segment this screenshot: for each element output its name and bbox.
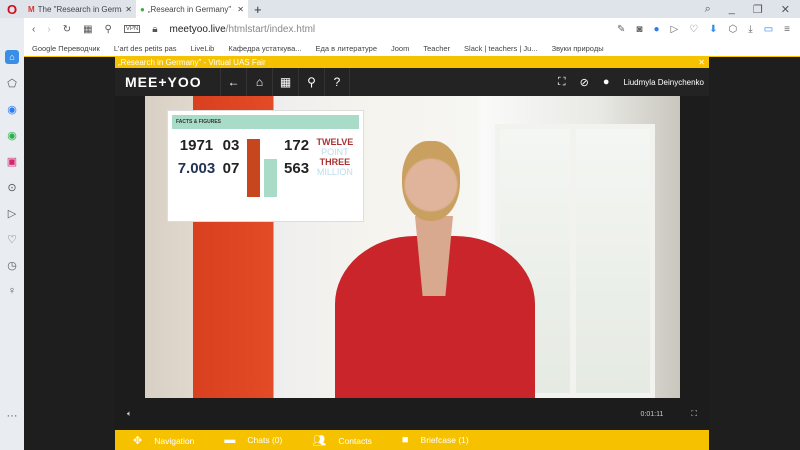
shield-icon[interactable]: ● — [653, 24, 659, 35]
tab-bar: O MThe "Research in Germany"✕ ●„Research… — [0, 0, 800, 18]
chats-button[interactable]: ▬ Chats (0) — [224, 434, 282, 446]
event-banner: „Research in Germany" - Virtual UAS Fair… — [115, 57, 709, 68]
address-bar: ‹ › ↻ ▦ ⚲ VPN 🔒︎ meetyoo.live/htmlstart/… — [24, 18, 800, 40]
lightbulb-icon[interactable]: ♀ — [8, 285, 16, 297]
messenger-icon[interactable]: ◉ — [7, 103, 17, 116]
minimize-button[interactable]: _ — [729, 3, 735, 16]
close-banner-icon[interactable]: ✕ — [698, 58, 709, 67]
briefcase-button[interactable]: ■ Briefcase (1) — [402, 434, 469, 446]
opera-sidebar: ⌂ ⬠ ◉ ◉ ▣ ⊙ ▷ ♡ ◷ ♀ ··· — [0, 18, 24, 450]
heart-icon[interactable]: ♡ — [689, 24, 698, 35]
home-icon[interactable]: ⌂ — [246, 68, 272, 96]
bookmarks-bar: Google Переводчик L'art des petits pas L… — [24, 40, 800, 57]
back-arrow-icon[interactable]: ← — [220, 68, 246, 96]
bookmark-item[interactable]: Звуки природы — [552, 44, 604, 53]
vpn-badge[interactable]: VPN — [123, 25, 141, 33]
speed-dial-icon[interactable]: ▦ — [83, 24, 92, 35]
bookmark-item[interactable]: Кафедра устаткува... — [228, 44, 301, 53]
gmail-icon: M — [28, 4, 35, 14]
flow-icon[interactable]: ▷ — [670, 24, 678, 35]
reload-icon[interactable]: ↻ — [63, 24, 71, 35]
bookmark-item[interactable]: LiveLib — [191, 44, 215, 53]
navigation-button[interactable]: ✥ Navigation — [133, 434, 194, 447]
whatsapp-icon[interactable]: ◉ — [7, 129, 17, 142]
search-icon[interactable]: ⚲ — [298, 68, 324, 96]
brand-logo[interactable]: MEE+YOO — [115, 74, 220, 90]
playback-time: 0:01:11 — [640, 410, 664, 418]
lock-icon: 🔒︎ — [152, 23, 158, 35]
forward-icon[interactable]: › — [47, 24, 50, 35]
cube-icon[interactable]: ⬠ — [7, 77, 17, 90]
bookmark-item[interactable]: L'art des petits pas — [114, 44, 177, 53]
video-player[interactable]: FACTS & FIGURES 1971 7.003 03 07 172 563 TW… — [145, 96, 680, 398]
camera-icon[interactable]: ◙ — [636, 24, 642, 35]
speaker — [335, 141, 535, 398]
help-icon[interactable]: ? — [324, 68, 350, 96]
downloads-icon[interactable]: ⤓ — [748, 24, 752, 35]
exit-fullscreen-icon[interactable]: ⛶ — [691, 409, 697, 419]
settings-icon[interactable]: ≡ — [784, 24, 790, 35]
heart-icon[interactable]: ♡ — [7, 233, 17, 246]
contacts-icon: 👥︎ — [312, 434, 327, 447]
fullscreen-icon[interactable]: ⛶ — [558, 76, 566, 89]
slide-bars — [246, 137, 277, 197]
maximize-button[interactable]: ❐ — [753, 3, 763, 16]
snapshot-icon[interactable]: ✎ — [617, 24, 625, 35]
new-tab-button[interactable]: + — [248, 2, 262, 17]
player-icon[interactable]: ⊙ — [7, 181, 16, 194]
move-icon: ✥ — [133, 434, 143, 447]
bookmark-item[interactable]: Еда в литературе — [316, 44, 378, 53]
more-icon[interactable]: ··· — [7, 410, 18, 422]
meetyoo-icon: ● — [140, 4, 145, 14]
user-icon[interactable]: ● — [603, 76, 610, 88]
folder-icon: ■ — [401, 434, 409, 446]
history-icon[interactable]: ◷ — [7, 259, 17, 272]
bookmark-item[interactable]: Google Переводчик — [32, 44, 100, 53]
facts-slide: FACTS & FIGURES 1971 7.003 03 07 172 563 TW… — [167, 110, 364, 222]
battery-icon[interactable]: ▭ — [764, 24, 773, 35]
bookmark-item[interactable]: Joom — [391, 44, 409, 53]
close-tab-icon[interactable]: ✕ — [125, 5, 132, 14]
meetyoo-app: „Research in Germany" - Virtual UAS Fair… — [115, 57, 709, 450]
calendar-icon[interactable]: ▦ — [272, 68, 298, 96]
bottom-bar: ✥ Navigation ▬ Chats (0) 👥︎ Contacts ■ Brief… — [115, 430, 709, 450]
close-window-button[interactable]: ✕ — [781, 3, 790, 16]
mic-off-icon[interactable]: ⊘ — [580, 76, 589, 89]
close-tab-icon[interactable]: ✕ — [237, 5, 244, 14]
box-icon[interactable]: ⬡ — [729, 24, 738, 35]
download-arrow-icon[interactable]: ⬇ — [709, 24, 717, 35]
back-icon[interactable]: ‹ — [32, 24, 35, 35]
tab-gmail[interactable]: MThe "Research in Germany"✕ — [24, 0, 136, 18]
send-icon[interactable]: ▷ — [8, 207, 16, 220]
bookmark-item[interactable]: Slack | teachers | Ju... — [464, 44, 538, 53]
chat-icon: ▬ — [224, 434, 236, 446]
opera-logo-icon[interactable]: O — [0, 2, 24, 17]
player-controls: 🔈︎ 0:01:11 ⛶ — [115, 398, 709, 430]
bookmark-item[interactable]: Teacher — [423, 44, 450, 53]
instagram-icon[interactable]: ▣ — [7, 155, 17, 168]
top-nav: MEE+YOO ← ⌂ ▦ ⚲ ? ⛶ ⊘ ● Liudmyla Deinychenk… — [115, 68, 709, 96]
user-name[interactable]: Liudmyla Deinychenko — [624, 78, 705, 87]
key-icon[interactable]: ⚲ — [105, 24, 112, 35]
contacts-button[interactable]: 👥︎ Contacts — [312, 434, 372, 447]
home-icon[interactable]: ⌂ — [5, 50, 19, 64]
volume-icon[interactable]: 🔈︎ — [127, 409, 132, 419]
url-input[interactable]: meetyoo.live/htmlstart/index.html — [170, 24, 316, 35]
search-tabs-icon[interactable]: ⌕ — [705, 3, 711, 16]
tab-meetyoo[interactable]: ●„Research in Germany" - Vi✕ — [136, 0, 248, 18]
